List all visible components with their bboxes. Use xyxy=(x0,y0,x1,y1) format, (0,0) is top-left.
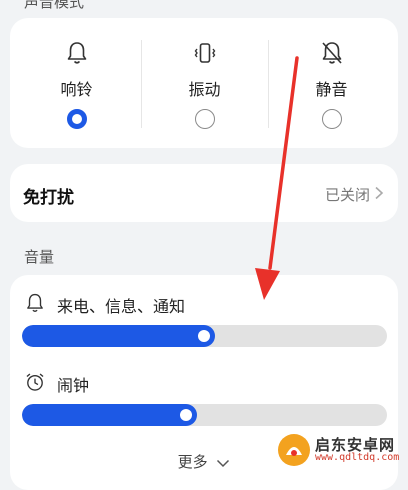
mode-option-ring[interactable]: 响铃 xyxy=(12,18,141,148)
volume-section-label: 音量 xyxy=(24,248,55,266)
bell-icon xyxy=(67,42,86,64)
slider-notifications[interactable] xyxy=(22,325,387,347)
mode-option-label: 响铃 xyxy=(60,80,93,99)
volume-label-alarm: 闹钟 xyxy=(57,376,90,395)
chevron-down-icon xyxy=(217,459,230,467)
mode-radio-ring[interactable] xyxy=(66,109,87,129)
slider-thumb[interactable] xyxy=(198,330,210,342)
sound-mode-card: 响铃 振动 静音 xyxy=(10,18,398,148)
mode-radio-silent[interactable] xyxy=(321,109,342,129)
slider-fill xyxy=(22,325,215,347)
mode-option-vibrate[interactable]: 振动 xyxy=(140,18,269,148)
watermark: 启东安卓网 www.qdltdq.com xyxy=(277,433,402,467)
slider-fill xyxy=(22,404,197,426)
alarm-clock-icon xyxy=(26,373,44,391)
chevron-right-icon xyxy=(375,186,384,200)
watermark-url: www.qdltdq.com xyxy=(315,452,400,463)
mode-option-label: 振动 xyxy=(188,80,221,99)
sound-mode-section-label: 声音模式 xyxy=(24,0,85,11)
dnd-row[interactable]: 免打扰 已关闭 xyxy=(10,164,398,222)
slider-thumb[interactable] xyxy=(180,409,192,421)
more-label: 更多 xyxy=(177,453,208,471)
watermark-logo-icon xyxy=(278,434,310,466)
vibrate-icon xyxy=(194,43,215,63)
bell-off-icon xyxy=(321,42,342,64)
dnd-status: 已关闭 xyxy=(324,186,370,204)
bell-icon xyxy=(27,293,43,312)
mode-option-silent[interactable]: 静音 xyxy=(267,18,396,148)
mode-option-label: 静音 xyxy=(315,80,348,99)
dnd-title: 免打扰 xyxy=(23,188,74,208)
volume-label-notifications: 来电、信息、通知 xyxy=(57,297,186,316)
slider-alarm[interactable] xyxy=(22,404,387,426)
mode-radio-vibrate[interactable] xyxy=(194,109,215,129)
